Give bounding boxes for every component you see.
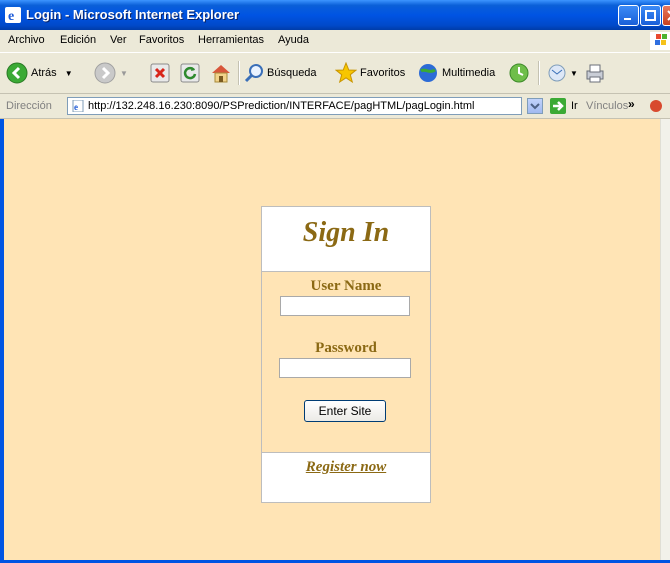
home-button[interactable]: [210, 61, 232, 85]
favorites-label: Favoritos: [360, 67, 406, 79]
page-viewport: Sign In User Name Password Enter Site Re…: [0, 119, 660, 563]
title-bar[interactable]: e Login - Microsoft Internet Explorer: [0, 0, 670, 30]
printer-icon: [586, 64, 604, 83]
toolbar: Atrás ▼ ▼ Búsqueda Favoritos Multimedia …: [0, 53, 670, 94]
history-button[interactable]: [508, 61, 530, 85]
enter-site-button[interactable]: Enter Site: [304, 400, 386, 422]
login-panel: Sign In User Name Password Enter Site Re…: [261, 206, 431, 503]
sign-in-heading: Sign In: [302, 217, 390, 248]
favorites-button[interactable]: Favoritos: [335, 61, 405, 85]
maximize-button[interactable]: [640, 5, 661, 26]
login-header: Sign In: [262, 207, 430, 272]
username-label: User Name: [310, 278, 382, 294]
stop-button[interactable]: [150, 61, 170, 85]
browser-window: e Login - Microsoft Internet Explorer Ar…: [0, 0, 670, 563]
address-label: Dirección: [6, 100, 52, 112]
address-dropdown-button[interactable]: [527, 98, 543, 114]
refresh-icon: [180, 63, 200, 83]
toolbar-divider: [238, 61, 240, 85]
home-icon: [212, 65, 230, 83]
go-label[interactable]: Ir: [571, 100, 578, 112]
url-text: http://132.248.16.230:8090/PSPrediction/…: [88, 100, 475, 112]
back-label: Atrás: [31, 67, 57, 79]
search-label: Búsqueda: [267, 67, 317, 79]
refresh-button[interactable]: [180, 61, 200, 85]
menu-favoritos[interactable]: Favoritos: [139, 34, 184, 46]
toolbar-divider: [538, 61, 540, 85]
password-label: Password: [315, 340, 377, 356]
menu-archivo[interactable]: Archivo: [8, 34, 45, 46]
multimedia-label: Multimedia: [442, 67, 496, 79]
forward-arrow-icon: [94, 62, 116, 84]
vertical-scrollbar[interactable]: [660, 119, 670, 563]
print-button[interactable]: [584, 61, 606, 85]
svg-text:e: e: [74, 102, 78, 112]
dropdown-arrow-icon[interactable]: ▼: [570, 69, 578, 78]
menu-ayuda[interactable]: Ayuda: [278, 34, 309, 46]
login-form: User Name Password Enter Site: [262, 272, 430, 453]
menu-ver[interactable]: Ver: [110, 34, 127, 46]
multimedia-globe-icon: [419, 64, 437, 82]
dropdown-arrow-icon[interactable]: ▼: [65, 69, 73, 78]
close-icon: [667, 10, 670, 21]
windows-flag-icon: [650, 32, 670, 50]
menu-bar: Archivo Edición Ver Favoritos Herramient…: [0, 30, 670, 53]
dropdown-arrow-icon[interactable]: ▼: [120, 69, 128, 78]
menu-edicion[interactable]: Edición: [60, 34, 96, 46]
minimize-button[interactable]: [618, 5, 639, 26]
stop-icon: [150, 63, 170, 83]
svg-text:e: e: [8, 9, 14, 23]
maximize-icon: [645, 10, 656, 21]
window-title: Login - Microsoft Internet Explorer: [26, 7, 240, 22]
mail-button[interactable]: ▼: [546, 61, 578, 85]
address-bar: Dirección e http://132.248.16.230:8090/P…: [0, 94, 670, 119]
password-input[interactable]: [279, 358, 411, 378]
search-icon: [244, 64, 263, 83]
links-chevron[interactable]: »: [628, 97, 635, 111]
mail-icon: [548, 64, 566, 82]
links-label[interactable]: Vínculos: [586, 100, 628, 112]
close-button[interactable]: [662, 5, 670, 26]
page-icon: e: [72, 100, 84, 112]
menu-herramientas[interactable]: Herramientas: [198, 34, 264, 46]
minimize-icon: [624, 18, 631, 20]
back-arrow-icon: [6, 62, 28, 84]
ie-logo-icon: e: [5, 7, 21, 23]
back-button[interactable]: Atrás ▼: [6, 61, 73, 85]
addon-icon[interactable]: [648, 98, 664, 114]
multimedia-button[interactable]: Multimedia: [417, 61, 495, 85]
history-icon: [509, 63, 529, 83]
chevron-down-icon: [530, 103, 540, 110]
login-footer: Register now: [262, 453, 430, 502]
url-input[interactable]: e http://132.248.16.230:8090/PSPredictio…: [67, 97, 522, 115]
go-arrow-icon: [553, 101, 564, 111]
window-border: [0, 119, 4, 563]
go-button[interactable]: [550, 98, 566, 114]
star-icon: [335, 62, 357, 84]
search-button[interactable]: Búsqueda: [244, 61, 317, 85]
register-link[interactable]: Register now: [262, 459, 430, 476]
username-input[interactable]: [280, 296, 410, 316]
forward-button[interactable]: ▼: [94, 61, 128, 85]
